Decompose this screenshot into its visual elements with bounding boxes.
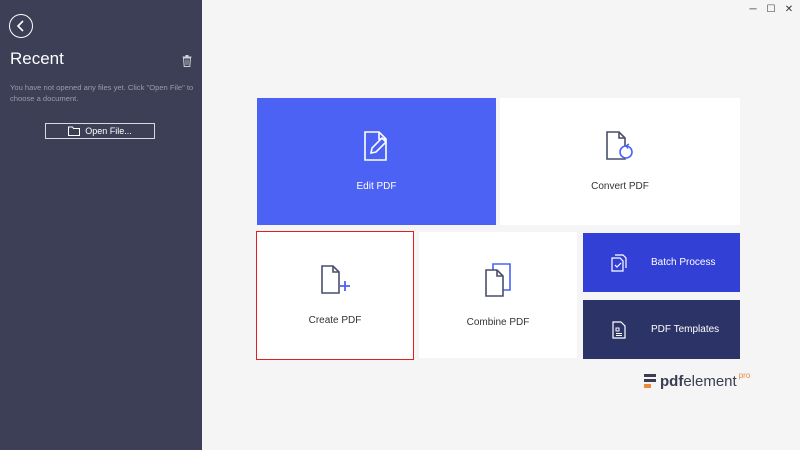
sidebar: Recent You have not opened any files yet… <box>0 0 202 450</box>
brand-pdf: pdf <box>660 373 684 390</box>
open-file-label: Open File... <box>85 126 132 136</box>
recent-title: Recent <box>10 49 64 68</box>
brand-pro: pro <box>738 371 751 380</box>
combine-pdf-tile[interactable]: Combine PDF <box>419 232 577 358</box>
minimize-button[interactable]: ─ <box>748 4 758 15</box>
pdf-templates-tile[interactable]: PDF Templates <box>583 300 740 359</box>
edit-document-icon <box>363 131 387 161</box>
batch-process-icon <box>611 253 627 272</box>
convert-pdf-tile[interactable]: Convert PDF <box>500 98 740 225</box>
brand-element: element <box>683 373 737 390</box>
recent-hint: You have not opened any files yet. Click… <box>10 83 194 103</box>
batch-process-label: Batch Process <box>651 257 716 268</box>
convert-document-icon <box>606 131 633 160</box>
back-button[interactable] <box>9 14 33 38</box>
batch-process-tile[interactable]: Batch Process <box>583 233 740 292</box>
create-pdf-tile[interactable]: Create PDF <box>256 231 414 360</box>
combine-pdf-label: Combine PDF <box>466 316 530 328</box>
edit-pdf-label: Edit PDF <box>356 181 397 192</box>
chevron-left-icon <box>16 20 24 32</box>
pdfelement-logo-icon <box>644 374 656 388</box>
brand-logo: pdf element pro <box>644 371 751 390</box>
open-file-button[interactable]: Open File... <box>45 123 155 139</box>
combine-documents-icon <box>485 262 511 297</box>
close-button[interactable]: ✕ <box>784 4 794 15</box>
edit-pdf-tile[interactable]: Edit PDF <box>257 98 496 225</box>
pdf-templates-label: PDF Templates <box>651 324 720 335</box>
window-controls: ─ ☐ ✕ <box>748 4 794 15</box>
create-document-icon <box>321 265 350 294</box>
maximize-button[interactable]: ☐ <box>766 4 776 15</box>
convert-pdf-label: Convert PDF <box>591 181 649 192</box>
trash-icon[interactable] <box>180 53 193 68</box>
pdf-templates-icon <box>611 320 627 339</box>
create-pdf-label: Create PDF <box>308 315 362 326</box>
folder-icon <box>68 126 81 136</box>
